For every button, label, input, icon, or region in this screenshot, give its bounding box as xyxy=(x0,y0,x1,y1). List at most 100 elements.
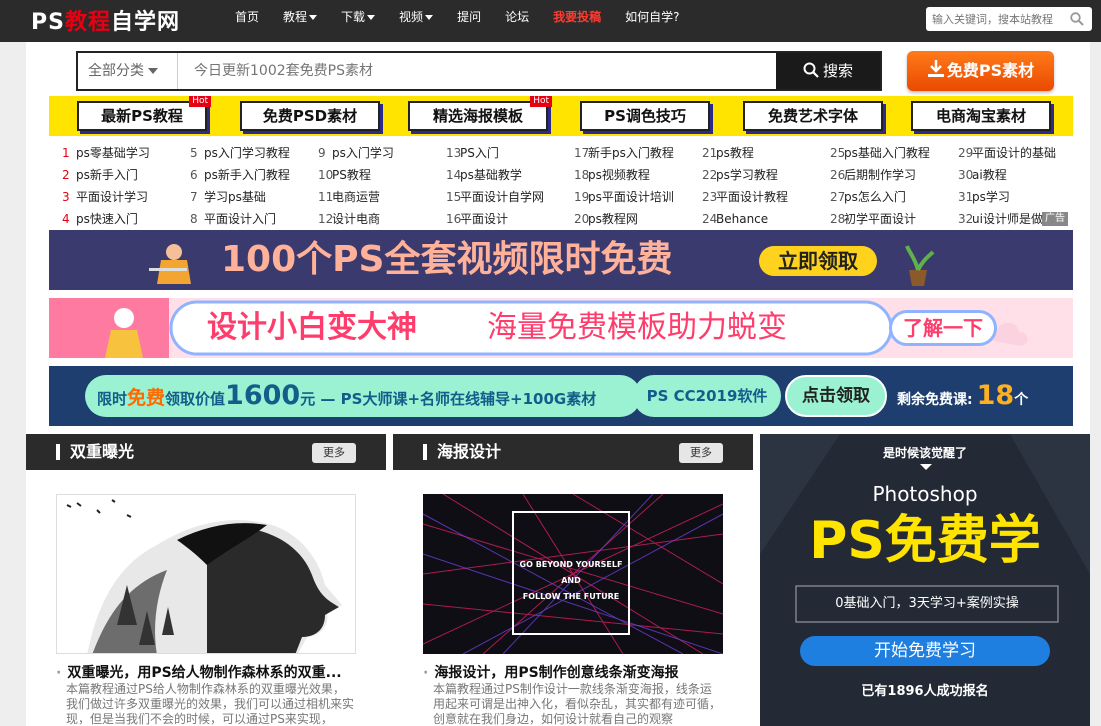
title-bar-accent xyxy=(423,444,427,460)
banner-free-videos[interactable]: 100个PS全套视频限时免费 立即领取 xyxy=(49,230,1073,290)
nav-item-tutorials[interactable]: 教程 xyxy=(283,0,318,34)
hot-badge: Hot xyxy=(189,96,211,107)
keyword-text: ps基础入门教程 xyxy=(844,146,930,160)
banner-text-limited: 限时 xyxy=(97,390,128,408)
side-ad-footer: 已有1896人成功报名 xyxy=(861,684,989,699)
keyword-link[interactable]: 26后期制作学习 xyxy=(830,164,958,186)
nav-item-how-to-learn[interactable]: 如何自学? xyxy=(625,0,679,34)
keyword-link[interactable]: 21ps教程 xyxy=(702,142,830,164)
section-title: 海报设计 xyxy=(437,442,502,461)
nav-label: 论坛 xyxy=(505,10,530,24)
learn-more-button[interactable]: 了解一下 xyxy=(889,310,997,346)
keyword-link[interactable]: 29平面设计的基础 xyxy=(958,142,1086,164)
tag-latest-ps-tutorials[interactable]: 最新PS教程 Hot xyxy=(77,96,211,131)
keyword-link[interactable]: 14ps基础教学 xyxy=(446,164,574,186)
banner-master-course[interactable]: 限时免费领取价值1600元 — PS大师课+名师在线辅导+100G素材 PS C… xyxy=(49,366,1073,426)
keyword-link[interactable]: 11电商运营 xyxy=(318,186,446,208)
category-select[interactable]: 全部分类 xyxy=(78,53,178,89)
nav-item-ask[interactable]: 提问 xyxy=(457,0,481,34)
keyword-link[interactable]: 6 ps新手入门教程 xyxy=(190,164,318,186)
tag-art-fonts[interactable]: 免费艺术字体 xyxy=(743,101,883,131)
banner-text-free: 免费 xyxy=(127,387,166,409)
keyword-rank: 13 xyxy=(446,146,462,160)
keyword-link[interactable]: 23平面设计教程 xyxy=(702,186,830,208)
keyword-link[interactable]: 7 学习ps基础 xyxy=(190,186,318,208)
site-logo[interactable]: PS教程自学网 xyxy=(31,4,180,36)
ps-cc2019-pill: PS CC2019软件 xyxy=(633,375,781,417)
keyword-text: 设计电商 xyxy=(332,212,381,226)
keyword-link[interactable]: 16平面设计 xyxy=(446,208,574,230)
free-materials-button[interactable]: 免费PS素材 xyxy=(907,51,1054,91)
tag-free-psd[interactable]: 免费PSD素材 xyxy=(240,101,380,131)
nav-item-videos[interactable]: 视频 xyxy=(399,0,434,34)
side-ad-ps-free-learning[interactable]: 是时候该觉醒了 Photoshop PS免费学 0基础入门，3天学习+案例实操 … xyxy=(760,434,1090,726)
logo-red: 教程 xyxy=(64,10,111,35)
section-poster-design: 海报设计 更多 GO BEYOND YOURSELF AND FOLLOW TH… xyxy=(393,434,753,726)
keyword-rank: 26 xyxy=(830,168,846,182)
keyword-link[interactable]: 24Behance xyxy=(702,208,830,230)
tag-ecommerce[interactable]: 电商淘宝素材 xyxy=(911,101,1051,131)
article-title[interactable]: · 双重曝光，用PS给人物制作森林系的双重... xyxy=(56,662,356,682)
main-search-input[interactable] xyxy=(182,53,772,89)
claim-now-button[interactable]: 立即领取 xyxy=(759,246,877,276)
keyword-rank: 19 xyxy=(574,190,590,204)
keyword-rank: 20 xyxy=(574,212,590,226)
keyword-link[interactable]: 12设计电商 xyxy=(318,208,446,230)
nav-item-home[interactable]: 首页 xyxy=(235,0,259,34)
banner-templates[interactable]: 设计小白变大神 海量免费模板助力蜕变 了解一下 xyxy=(49,298,1073,358)
top-search-input[interactable] xyxy=(926,7,1064,31)
keyword-link[interactable]: 5 ps入门学习教程 xyxy=(190,142,318,164)
keyword-link[interactable]: 18ps视频教程 xyxy=(574,164,702,186)
keyword-link[interactable]: 22ps学习教程 xyxy=(702,164,830,186)
keyword-link[interactable]: 25ps基础入门教程 xyxy=(830,142,958,164)
keyword-rank: 31 xyxy=(958,190,974,204)
keyword-text: 电商运营 xyxy=(332,190,381,204)
keyword-rank: 16 xyxy=(446,212,462,226)
keyword-rank: 29 xyxy=(958,146,974,160)
nav-item-forum[interactable]: 论坛 xyxy=(505,0,529,34)
keyword-rank: 3 xyxy=(62,190,70,204)
keyword-link[interactable]: 28初学平面设计 xyxy=(830,208,958,230)
keyword-link[interactable]: 31ps学习 xyxy=(958,186,1086,208)
keyword-link[interactable]: 13PS入门 xyxy=(446,142,574,164)
keyword-link[interactable]: 9 ps入门学习 xyxy=(318,142,446,164)
search-icon[interactable] xyxy=(1070,12,1084,26)
keyword-link[interactable]: 4 ps快速入门 xyxy=(62,208,190,230)
article-thumbnail[interactable]: GO BEYOND YOURSELF AND FOLLOW THE FUTURE xyxy=(423,494,723,654)
nav-item-downloads[interactable]: 下载 xyxy=(341,0,376,34)
keyword-rank: 1 xyxy=(62,146,70,160)
keyword-link[interactable]: 20ps教程网 xyxy=(574,208,702,230)
title-bar-accent xyxy=(56,444,60,460)
logo-suffix: 自学网 xyxy=(110,10,180,35)
click-claim-button[interactable]: 点击领取 xyxy=(785,375,887,417)
start-learning-button[interactable]: 开始免费学习 xyxy=(800,636,1050,666)
tag-color-grading[interactable]: PS调色技巧 xyxy=(580,101,710,131)
section-header: 海报设计 更多 xyxy=(393,434,753,470)
keyword-text: ps学习 xyxy=(972,190,1010,204)
poster-text-line3: FOLLOW THE FUTURE xyxy=(522,592,620,601)
article-title[interactable]: · 海报设计，用PS制作创意线条渐变海报 xyxy=(423,662,723,682)
more-button[interactable]: 更多 xyxy=(312,443,356,463)
more-button[interactable]: 更多 xyxy=(679,443,723,463)
nav-label: 首页 xyxy=(235,10,260,24)
keyword-link[interactable]: 1 ps零基础学习 xyxy=(62,142,190,164)
keyword-link[interactable]: 15平面设计自学网 xyxy=(446,186,574,208)
search-button[interactable]: 搜索 xyxy=(776,53,880,89)
keyword-link[interactable]: 10PS教程 xyxy=(318,164,446,186)
keyword-text: 平面设计自学网 xyxy=(460,190,545,204)
nav-item-submit[interactable]: 我要投稿 xyxy=(553,0,601,34)
keyword-link[interactable]: 19ps平面设计培训 xyxy=(574,186,702,208)
keyword-link[interactable]: 2 ps新手入门 xyxy=(62,164,190,186)
keyword-link[interactable]: 17新手ps入门教程 xyxy=(574,142,702,164)
tag-label: 免费艺术字体 xyxy=(767,107,858,125)
keyword-link[interactable]: 27ps怎么入门 xyxy=(830,186,958,208)
tag-poster-templates[interactable]: 精选海报模板 Hot xyxy=(408,96,552,131)
remaining-courses: 剩余免费课: 18个 xyxy=(897,378,1028,418)
keyword-link[interactable]: 3 平面设计学习 xyxy=(62,186,190,208)
banner-text-value: 1600 xyxy=(225,380,301,411)
double-exposure-image xyxy=(57,495,355,653)
keyword-link[interactable]: 30ai教程 xyxy=(958,164,1086,186)
nav-label: 如何自学? xyxy=(625,10,680,24)
article-thumbnail[interactable] xyxy=(56,494,356,654)
keyword-link[interactable]: 8 平面设计入门 xyxy=(190,208,318,230)
